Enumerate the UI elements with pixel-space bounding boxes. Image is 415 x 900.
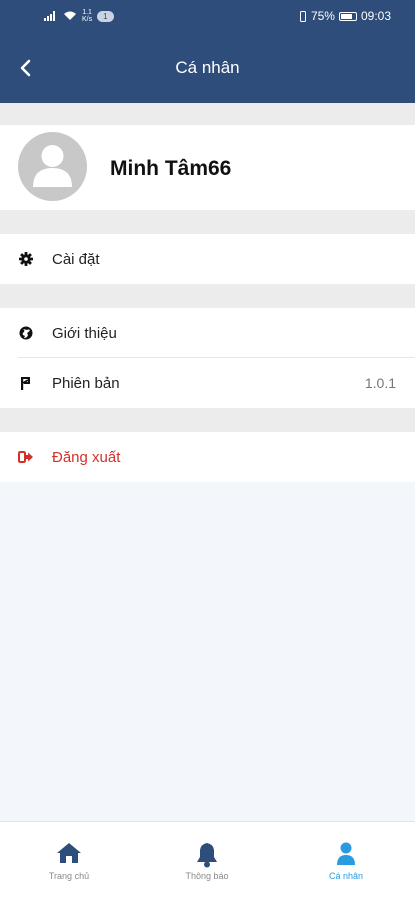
gear-icon	[18, 251, 34, 267]
nav-label-profile: Cá nhân	[328, 871, 364, 881]
app-header: 1.1 K/s 1 75% 09:03 Cá nhân	[0, 0, 415, 103]
vibrate-icon	[299, 10, 306, 22]
section-gap	[0, 210, 415, 234]
status-bar: 1.1 K/s 1 75% 09:03	[0, 0, 415, 34]
nav-item-home[interactable]: Trang chủ	[0, 822, 138, 900]
nav-label-home: Trang chủ	[48, 871, 90, 881]
settings-row[interactable]: Cài đặt	[0, 234, 415, 284]
settings-label: Cài đặt	[52, 250, 100, 268]
nav-item-profile[interactable]: Cá nhân	[277, 822, 415, 900]
code-branch-icon	[18, 375, 34, 391]
version-label: Phiên bản	[52, 374, 120, 392]
bell-icon	[195, 842, 219, 873]
nav-label-notifications: Thông báo	[185, 871, 229, 881]
logout-row[interactable]: Đăng xuất	[0, 432, 415, 482]
profile-username: Minh Tâm66	[110, 157, 232, 180]
page-title: Cá nhân	[175, 58, 240, 77]
home-icon	[56, 842, 82, 869]
person-placeholder-icon	[33, 145, 72, 187]
wifi-icon	[64, 11, 76, 20]
section-gap	[0, 103, 415, 125]
network-speed: 1.1 K/s	[82, 9, 93, 23]
battery-icon	[338, 11, 357, 21]
battery-percent: 75%	[310, 9, 335, 23]
sign-out-icon	[18, 449, 34, 465]
section-gap	[0, 408, 415, 432]
clock: 09:03	[360, 9, 391, 23]
bottom-nav: Trang chủ Thông báo Cá nhân	[0, 821, 415, 900]
globe-icon	[18, 325, 34, 341]
person-icon	[336, 842, 356, 871]
signal-icon	[44, 11, 55, 21]
logout-label: Đăng xuất	[52, 448, 121, 466]
version-row: Phiên bản 1.0.1	[0, 358, 415, 408]
version-value: 1.0.1	[364, 375, 396, 391]
avatar[interactable]	[18, 132, 87, 201]
about-row[interactable]: Giới thiệu	[0, 308, 415, 358]
section-gap	[0, 284, 415, 308]
nav-item-notifications[interactable]: Thông báo	[138, 822, 276, 900]
notification-badge: 1	[97, 10, 114, 22]
about-label: Giới thiệu	[52, 324, 117, 342]
